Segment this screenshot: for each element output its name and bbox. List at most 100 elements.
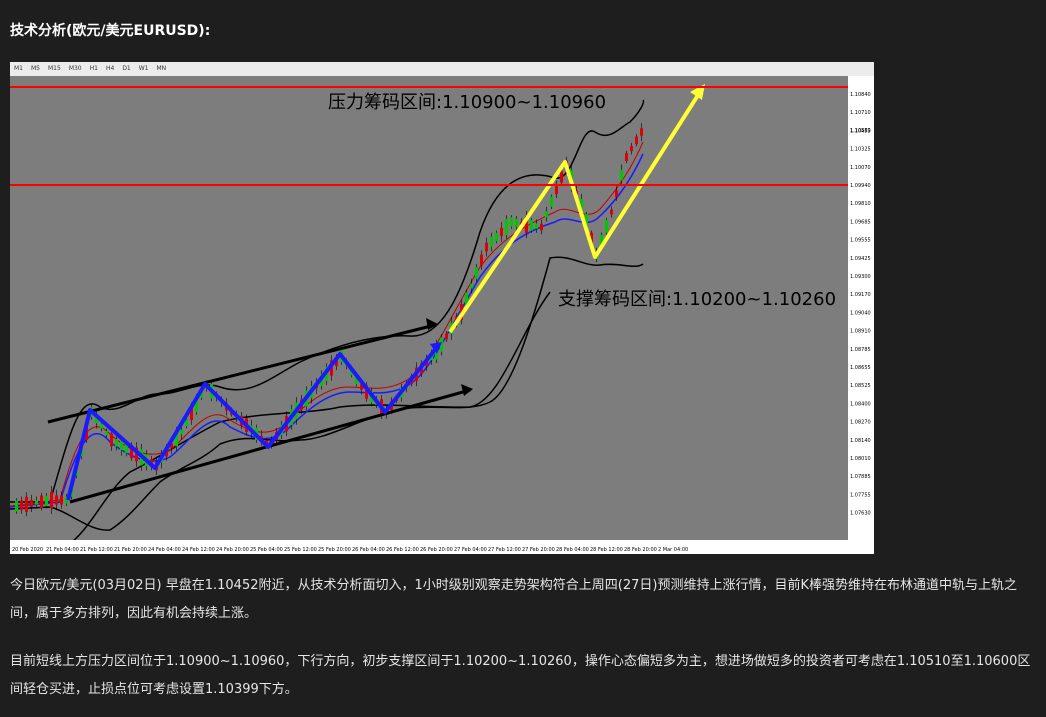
candle-body — [180, 429, 183, 435]
candle-body — [15, 500, 18, 512]
candle-body — [605, 219, 608, 233]
time-tick-label: 28 Feb 04:00 — [556, 547, 589, 553]
time-tick-label: 28 Feb 12:00 — [590, 547, 623, 553]
candle-body — [620, 170, 623, 181]
price-tick-label: 1.10710 — [850, 110, 871, 116]
candle-body — [500, 227, 503, 237]
candle-body — [20, 500, 23, 510]
time-tick-label: 28 Feb 20:00 — [624, 547, 657, 553]
candle-body — [480, 254, 483, 266]
channel-upper-arrowhead — [426, 318, 438, 330]
candle-body — [55, 495, 58, 505]
price-tick-label: 1.10070 — [850, 165, 871, 171]
candle-body — [545, 211, 548, 218]
candle-body — [120, 441, 123, 451]
candle-body — [105, 430, 108, 436]
time-tick-label: 24 Feb 12:00 — [182, 547, 215, 553]
current-price-label: 1.10589 — [850, 128, 871, 134]
candle-body — [110, 433, 113, 447]
time-tick-label: 27 Feb 04:00 — [454, 547, 487, 553]
candle-body — [540, 223, 543, 231]
price-tick-label: 1.10840 — [850, 92, 871, 98]
price-tick-label: 1.10325 — [850, 147, 871, 153]
candle-body — [550, 196, 553, 207]
moving-average-blue — [10, 153, 644, 508]
time-tick-label: 27 Feb 20:00 — [522, 547, 555, 553]
candle-body — [470, 283, 473, 289]
candle-body — [45, 495, 48, 506]
moving-average-red — [10, 141, 644, 507]
time-tick-label: 20 Feb 2020 — [12, 547, 43, 553]
candle-body — [510, 217, 513, 227]
candle-body — [515, 218, 518, 227]
candle-body — [530, 220, 533, 231]
price-tick-label: 1.09940 — [850, 183, 871, 189]
chart-plot-area: 压力筹码区间:1.10900~1.10960 支撑筹码区间:1.10200~1.… — [10, 84, 848, 548]
time-tick-label: 24 Feb 20:00 — [216, 547, 249, 553]
candle-body — [50, 491, 53, 509]
time-tick-label: 26 Feb 20:00 — [420, 547, 453, 553]
price-tick-label: 1.08400 — [850, 401, 871, 407]
price-tick-label: 1.08910 — [850, 329, 871, 335]
price-tick-label: 1.08525 — [850, 383, 871, 389]
price-tick-label: 1.07630 — [850, 511, 871, 517]
candle-body — [630, 146, 633, 152]
price-tick-label: 1.08010 — [850, 456, 871, 462]
candle-body — [610, 209, 613, 215]
price-tick-label: 1.09300 — [850, 274, 871, 280]
time-tick-label: 27 Feb 12:00 — [488, 547, 521, 553]
candle-body — [535, 223, 538, 229]
bollinger-lower-band — [10, 256, 644, 531]
price-axis-labels: 1.108401.107101.104551.103251.100701.099… — [850, 92, 871, 517]
candlesticks — [15, 123, 643, 517]
channel-lower-arrowhead — [461, 384, 473, 396]
time-tick-label: 26 Feb 04:00 — [352, 547, 385, 553]
price-tick-label: 1.07755 — [850, 492, 871, 498]
time-tick-label: 2 Mar 04:00 — [658, 547, 688, 553]
candle-body — [505, 219, 508, 235]
price-tick-label: 1.08270 — [850, 420, 871, 426]
candle-body — [635, 136, 638, 145]
candle-body — [60, 495, 63, 505]
time-tick-label: 25 Feb 04:00 — [250, 547, 283, 553]
candle-body — [40, 495, 43, 508]
time-tick-label: 24 Feb 04:00 — [148, 547, 181, 553]
candle-body — [625, 153, 628, 161]
candle-body — [485, 242, 488, 252]
resistance-annotation: 压力筹码区间:1.10900~1.10960 — [328, 92, 606, 113]
price-tick-label: 1.08655 — [850, 365, 871, 371]
candle-body — [100, 423, 103, 429]
candle-body — [115, 439, 118, 447]
candle-body — [495, 232, 498, 242]
candle-body — [640, 128, 643, 136]
analysis-paragraph-2: 目前短线上方压力区间位于1.10900~1.10960，下行方向，初步支撑区间于… — [10, 654, 1031, 697]
price-axis: 1.10840 1.10710 1.10455 1.10325 1.10070 1.099… — [848, 76, 874, 540]
candle-body — [475, 267, 478, 279]
price-tick-label: 1.09685 — [850, 219, 871, 225]
price-tick-label: 1.09425 — [850, 256, 871, 262]
support-annotation: 支撑筹码区间:1.10200~1.10260 — [558, 289, 836, 310]
time-tick-label: 25 Feb 20:00 — [318, 547, 351, 553]
price-tick-label: 1.08140 — [850, 438, 871, 444]
price-tick-label: 1.07885 — [850, 474, 871, 480]
candle-body — [25, 496, 28, 512]
time-axis: 20 Feb 2020 21 Feb 04:00 21 Feb 12:00 21 Fe… — [10, 540, 874, 554]
price-tick-label: 1.09040 — [850, 310, 871, 316]
price-tick-label: 1.08785 — [850, 347, 871, 353]
candle-body — [35, 500, 38, 505]
price-tick-label: 1.09810 — [850, 201, 871, 207]
bollinger-upper-band — [10, 99, 645, 503]
time-tick-label: 25 Feb 12:00 — [284, 547, 317, 553]
channel-upper-line — [47, 323, 436, 424]
time-tick-label: 21 Feb 20:00 — [114, 547, 147, 553]
analysis-paragraph-1: 今日欧元/美元(03月02日) 早盘在1.10452附近，从技术分析面切入，1小… — [10, 578, 1017, 621]
price-tick-label: 1.09170 — [850, 292, 871, 298]
candle-body — [445, 333, 448, 340]
candle-body — [615, 190, 618, 197]
price-tick-label: 1.09555 — [850, 238, 871, 244]
time-tick-label: 26 Feb 12:00 — [386, 547, 419, 553]
candle-body — [560, 170, 563, 183]
page-title: 技术分析(欧元/美元EURUSD): — [10, 23, 211, 39]
time-tick-label: 21 Feb 12:00 — [80, 547, 113, 553]
time-tick-label: 21 Feb 04:00 — [46, 547, 79, 553]
